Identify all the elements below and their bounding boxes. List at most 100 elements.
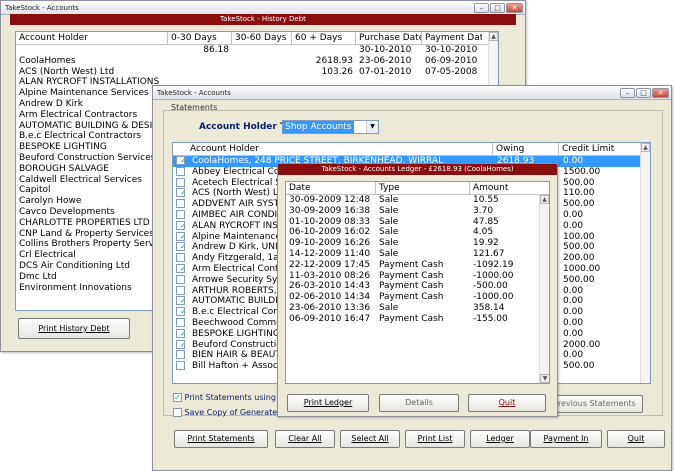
maximize-icon[interactable]: □ (490, 2, 505, 13)
column-header[interactable]: Amount (470, 182, 540, 194)
scroll-up-icon[interactable]: ▲ (540, 195, 549, 204)
checkbox[interactable]: ✓ (173, 188, 189, 199)
quit-ledger-button[interactable]: Quit (468, 394, 546, 412)
checkbox[interactable]: ✓ (173, 263, 189, 275)
checkbox[interactable]: ✓ (173, 220, 189, 232)
print-statements-button[interactable]: Print Statements (174, 430, 268, 448)
checkbox[interactable] (173, 317, 189, 329)
checkbox[interactable] (176, 274, 185, 284)
title-bar[interactable]: TakeStock - Accounts – □ ✕ (1, 1, 525, 15)
checkbox[interactable] (173, 209, 189, 221)
column-header[interactable]: Date (286, 182, 376, 194)
column-header[interactable]: Purchase Date (356, 32, 422, 44)
table-row[interactable]: 06-09-2010 16:47 Payment Cash -155.00 (286, 314, 549, 325)
ledger-button[interactable]: Ledger (470, 430, 530, 448)
table-row[interactable]: 01-10-2009 08:33 Sale 47.85 (286, 217, 549, 228)
scroll-up-icon[interactable]: ▲ (641, 143, 650, 152)
table-row[interactable]: 02-06-2010 14:34 Payment Cash -1000.00 (286, 292, 549, 303)
checkbox[interactable]: ✓ (173, 339, 189, 351)
checkbox[interactable] (176, 361, 185, 371)
checkbox[interactable]: ✓ (176, 188, 185, 198)
checkbox[interactable]: ✓ (173, 156, 189, 167)
scroll-up-icon[interactable]: ▲ (489, 32, 498, 41)
checkbox[interactable] (176, 317, 185, 327)
save-copy-checkbox-row[interactable]: Save Copy of Generated S (173, 408, 290, 417)
table-row[interactable]: 30-09-2009 16:38 Sale 3.70 (286, 206, 549, 217)
checkbox[interactable] (173, 408, 182, 417)
column-header[interactable]: Account Holder (173, 143, 493, 155)
quit-button[interactable]: Quit (607, 430, 665, 448)
checkbox[interactable] (176, 253, 185, 263)
checkbox[interactable]: ✓ (173, 393, 182, 402)
payment-in-button[interactable]: Payment In (530, 430, 602, 448)
table-row[interactable]: ACS (North West) Ltd 103.26 07-01-2010 07-0… (16, 67, 498, 78)
column-header[interactable]: 60 + Days (292, 32, 356, 44)
checkbox[interactable]: ✓ (176, 328, 185, 338)
table-row[interactable]: 86.18 30-10-2010 30-10-2010 (16, 45, 498, 56)
print-ledger-button[interactable]: Print Ledger (287, 394, 369, 412)
clear-all-button[interactable]: Clear All (275, 430, 335, 448)
previous-statements-button[interactable]: Previous Statements (546, 395, 643, 413)
checkbox[interactable]: ✓ (176, 296, 185, 306)
table-row[interactable]: 09-10-2009 16:26 Sale 19.92 (286, 238, 549, 249)
table-row[interactable]: 14-12-2009 11:40 Sale 121.67 (286, 249, 549, 260)
column-header[interactable]: Payment Date (422, 32, 482, 44)
checkbox[interactable] (176, 350, 185, 360)
checkbox[interactable] (173, 177, 189, 189)
checkbox[interactable] (176, 199, 185, 209)
chevron-down-icon[interactable]: ▼ (366, 121, 378, 133)
print-history-debt-button[interactable]: Print History Debt (18, 318, 130, 339)
details-button[interactable]: Details (379, 394, 459, 412)
minimize-icon[interactable]: – (620, 87, 635, 98)
table-row[interactable]: 06-10-2009 16:02 Sale 4.05 (286, 227, 549, 238)
table-row[interactable]: 22-12-2009 17:45 Payment Cash -1092.19 (286, 260, 549, 271)
checkbox[interactable] (173, 253, 189, 264)
checkbox[interactable] (176, 166, 185, 176)
table-row[interactable]: CoolaHomes 2618.93 23-06-2010 06-09-2010 (16, 56, 498, 67)
close-icon[interactable]: ✕ (652, 87, 669, 98)
checkbox[interactable] (173, 274, 189, 286)
select-all-button[interactable]: Select All (340, 430, 400, 448)
checkbox[interactable]: ✓ (176, 220, 185, 230)
column-header[interactable]: Type (376, 182, 470, 194)
column-header[interactable]: Credit Limit (559, 143, 642, 155)
checkbox[interactable] (176, 177, 185, 187)
checkbox[interactable]: ✓ (176, 231, 185, 241)
checkbox[interactable] (173, 350, 189, 361)
checkbox[interactable]: ✓ (176, 339, 185, 349)
maximize-icon[interactable]: □ (636, 87, 651, 98)
vertical-scrollbar[interactable]: ▲ ▼ (539, 195, 549, 383)
table-row[interactable]: 26-03-2010 14:43 Payment Cash -500.00 (286, 281, 549, 292)
ledger-title-banner[interactable]: TakeStock - Accounts Ledger - £2618.93 (… (278, 164, 557, 175)
checkbox[interactable]: ✓ (173, 296, 189, 307)
checkbox[interactable] (173, 361, 189, 372)
table-row[interactable]: 23-06-2010 13:36 Sale 358.14 (286, 303, 549, 314)
checkbox[interactable] (173, 285, 189, 297)
checkbox[interactable]: ✓ (176, 242, 185, 252)
print-list-button[interactable]: Print List (405, 430, 465, 448)
checkbox[interactable]: ✓ (173, 231, 189, 243)
checkbox[interactable]: ✓ (176, 307, 185, 317)
column-header[interactable]: 0-30 Days (168, 32, 232, 44)
scroll-down-icon[interactable]: ▼ (540, 374, 549, 383)
checkbox[interactable]: ✓ (173, 328, 189, 340)
checkbox[interactable] (176, 285, 185, 295)
checkbox[interactable]: ✓ (176, 263, 185, 273)
column-header[interactable]: 30-60 Days (232, 32, 292, 44)
checkbox[interactable] (176, 209, 185, 219)
table-row[interactable]: 11-03-2010 08:26 Payment Cash -1000.00 (286, 271, 549, 282)
account-holder-type-select[interactable]: Shop Accounts ▼ (282, 120, 379, 134)
checkbox[interactable]: ✓ (176, 156, 185, 165)
minimize-icon[interactable]: – (474, 2, 489, 13)
title-bar[interactable]: TakeStock - Accounts – □ ✕ (153, 86, 671, 100)
table-row[interactable]: 30-09-2009 12:48 Sale 10.55 (286, 195, 549, 206)
checkbox[interactable]: ✓ (173, 242, 189, 253)
checkbox[interactable] (173, 199, 189, 210)
ledger-list[interactable]: Date Type Amount 30-09-2009 12:48 Sale 10.… (285, 181, 550, 384)
column-header[interactable]: Account Holder (16, 32, 168, 44)
checkbox[interactable] (173, 166, 189, 178)
vertical-scrollbar[interactable]: ▲ (640, 143, 650, 383)
checkbox[interactable]: ✓ (173, 307, 189, 318)
close-icon[interactable]: ✕ (506, 2, 523, 13)
column-header[interactable]: Owing (493, 143, 559, 155)
